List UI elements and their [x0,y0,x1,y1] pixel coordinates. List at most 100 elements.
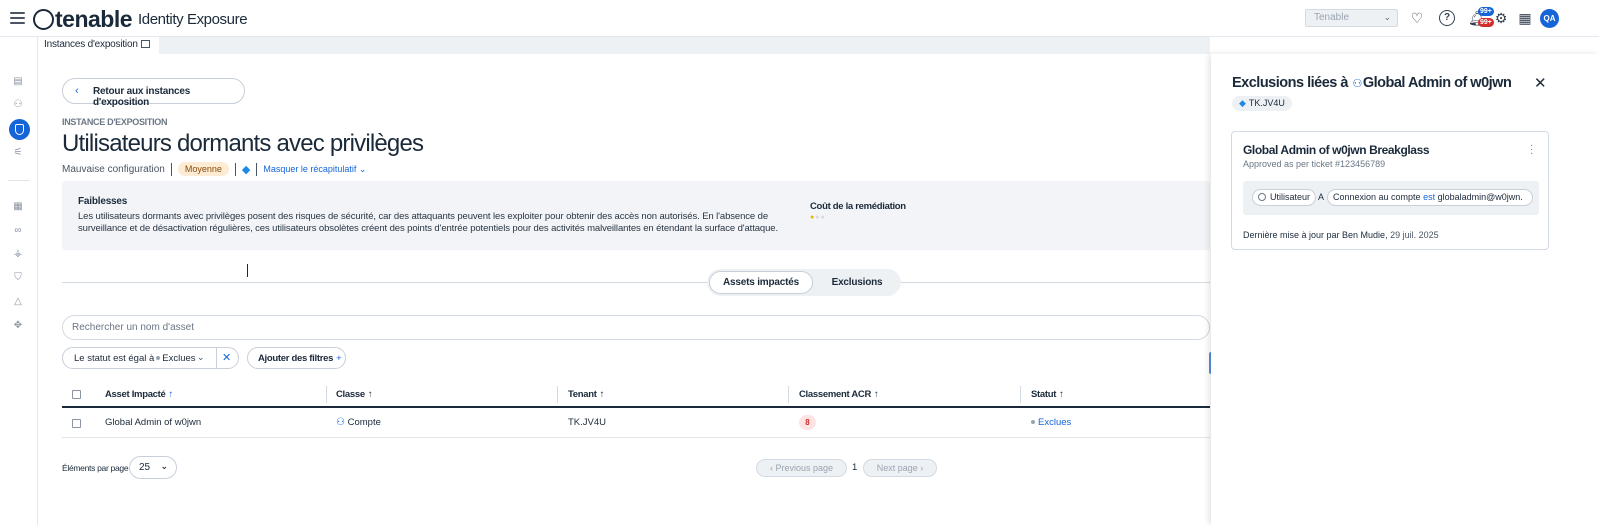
filter-prefix: Le statut est égal à [74,353,155,364]
search-placeholder: Rechercher un nom d'asset [72,322,194,333]
select-all-checkbox[interactable] [72,390,81,399]
filter-value: Exclues [162,353,196,364]
dashboard-icon[interactable]: ▤ [12,76,24,88]
exclusion-title: Global Admin of w0jwn Breakglass [1243,143,1430,157]
next-page-button[interactable]: Next page › [863,459,937,477]
status-link[interactable]: Exclues [1038,417,1071,428]
chevron-left-icon: ‹ [769,463,773,473]
sort-arrow-icon: ↑ [599,389,605,400]
chevron-left-icon: ‹ [75,85,79,97]
previous-page-label: Previous page [775,463,834,473]
user-icon [1258,193,1266,201]
meta-row: Mauvaise configuration Moyenne ◆ Masquer… [62,162,366,176]
notification-badge-info: 99+ [1478,7,1494,16]
grid-icon[interactable]: ▦ [12,201,24,213]
tab-exposure-instances[interactable]: Instances d'exposition [39,37,159,54]
previous-page-button[interactable]: ‹ Previous page [756,459,847,477]
back-button[interactable]: ‹ Retour aux instances d'exposition [62,78,245,108]
menu-icon[interactable] [10,12,25,24]
segment-impacted-assets[interactable]: Assets impactés [709,271,813,294]
cell-status[interactable]: Exclues [1031,417,1071,428]
avatar[interactable]: QA [1540,9,1559,28]
help-icon[interactable]: ? [1439,10,1455,26]
sort-arrow-icon: ↑ [168,389,174,400]
status-dot-icon [1031,420,1035,424]
exposure-shield-icon[interactable] [9,119,30,140]
column-label: Statut [1031,389,1057,400]
condition-value: globaladmin@w0jwn. [1437,192,1523,202]
exclusion-condition: Utilisateur A Connexion au compte est gl… [1243,181,1539,215]
book-icon [140,40,150,48]
product-name: Identity Exposure [138,10,248,28]
exclusions-panel: Exclusions liées à ⚇Global Admin of w0jw… [1211,54,1599,525]
condition-type-chip: Utilisateur [1252,189,1317,206]
column-header-asset[interactable]: Asset Impacté ↑ [105,389,173,400]
path-icon[interactable]: ⚟ [12,147,24,159]
network-icon[interactable]: ⚶ [12,248,24,260]
chevron-down-icon: ⌄ [358,163,367,174]
cell-tenant: TK.JV4U [568,417,607,428]
shield-icon[interactable]: ⛉ [12,272,24,284]
chevron-down-icon: ⌄ [197,352,205,362]
tenable-logo[interactable]: tenable Identity Exposure [33,6,248,32]
row-checkbox[interactable] [72,419,81,428]
cell-asset[interactable]: Global Admin of w0jwn [105,417,201,428]
column-header-tenant[interactable]: Tenant ↑ [568,389,604,400]
toggle-summary-link[interactable]: Masquer le récapitulatif ⌄ [263,164,366,175]
toggle-summary-label: Masquer le récapitulatif [263,163,357,174]
tenant-tag: ◆ TK.JV4U [1232,96,1292,111]
gear-icon[interactable]: ⚙ [1493,10,1509,26]
health-heart-icon[interactable]: ♡ [1409,10,1425,26]
entra-id-icon: ◆ [241,163,251,176]
table-row[interactable]: Global Admin of w0jwn ⚇ Compte TK.JV4U 8… [62,408,1210,438]
column-header-acr[interactable]: Classement ACR ↑ [799,389,879,400]
column-label: Classe [336,389,365,400]
page-eyebrow: INSTANCE D'EXPOSITION [62,117,168,127]
warning-icon[interactable]: △ [12,296,24,308]
weakness-text: Les utilisateurs dormants avec privilège… [78,211,779,234]
account-icon: ⚇ [1352,78,1362,90]
apps-grid-icon[interactable]: ▦ [1517,10,1533,26]
user-icon[interactable]: ⚇ [12,99,24,111]
severity-badge: Moyenne [177,162,229,176]
weakness-heading: Faiblesses [78,196,128,207]
condition-type-label: Utilisateur [1270,192,1311,202]
exclusion-subtitle: Approved as per ticket #123456789 [1243,159,1386,169]
category-label: Mauvaise configuration [62,163,165,175]
back-button-label: Retour aux instances d'exposition [93,86,191,108]
page-title: Utilisateurs dormants avec privilèges [62,130,424,157]
column-label: Asset Impacté [105,389,166,400]
table-header: Asset Impacté ↑ Classe ↑ Tenant ↑ Classemen… [62,381,1210,408]
status-dot-icon [156,356,161,360]
close-icon[interactable]: ✕ [1534,74,1547,92]
last-updated-date: 29 juil. 2025 [1390,230,1439,240]
sort-arrow-icon: ↑ [874,389,879,400]
column-divider [1020,386,1021,403]
text-cursor [247,264,248,277]
status-filter-chip[interactable]: Le statut est égal à Exclues ⌄ ✕ [62,347,239,369]
last-updated-prefix: Dernière mise à jour par Ben Mudie, [1243,230,1388,240]
sort-arrow-icon: ↑ [367,389,373,400]
tab-strip: Instances d'exposition [39,37,1210,54]
panel-title-account: Global Admin of w0jwn [1362,75,1512,91]
kebab-menu-icon[interactable]: · · · [1530,141,1533,159]
link-icon[interactable]: ∞ [12,225,24,237]
meta-divider [170,162,172,176]
cell-class: ⚇ Compte [336,417,381,428]
search-input[interactable]: Rechercher un nom d'asset [62,315,1210,340]
topology-icon[interactable]: ✥ [12,320,24,332]
per-page-value: 25 [139,462,151,473]
plus-icon: + [336,353,342,364]
current-page: 1 [852,462,858,473]
tenant-select[interactable]: Tenable ⌄ [1305,9,1398,27]
column-header-status[interactable]: Statut ↑ [1031,389,1064,400]
add-filters-button[interactable]: Ajouter des filtres + [247,347,346,369]
cell-class-label: Compte [347,417,381,428]
per-page-select[interactable]: 25 ⌄ [129,456,177,479]
column-header-class[interactable]: Classe ↑ [336,389,373,400]
condition-connector: A [1318,192,1325,202]
add-filters-label: Ajouter des filtres [258,353,334,364]
segment-exclusions[interactable]: Exclusions [815,271,899,294]
clear-filter-icon[interactable]: ✕ [222,351,231,364]
tab-label: Instances d'exposition [44,39,138,50]
